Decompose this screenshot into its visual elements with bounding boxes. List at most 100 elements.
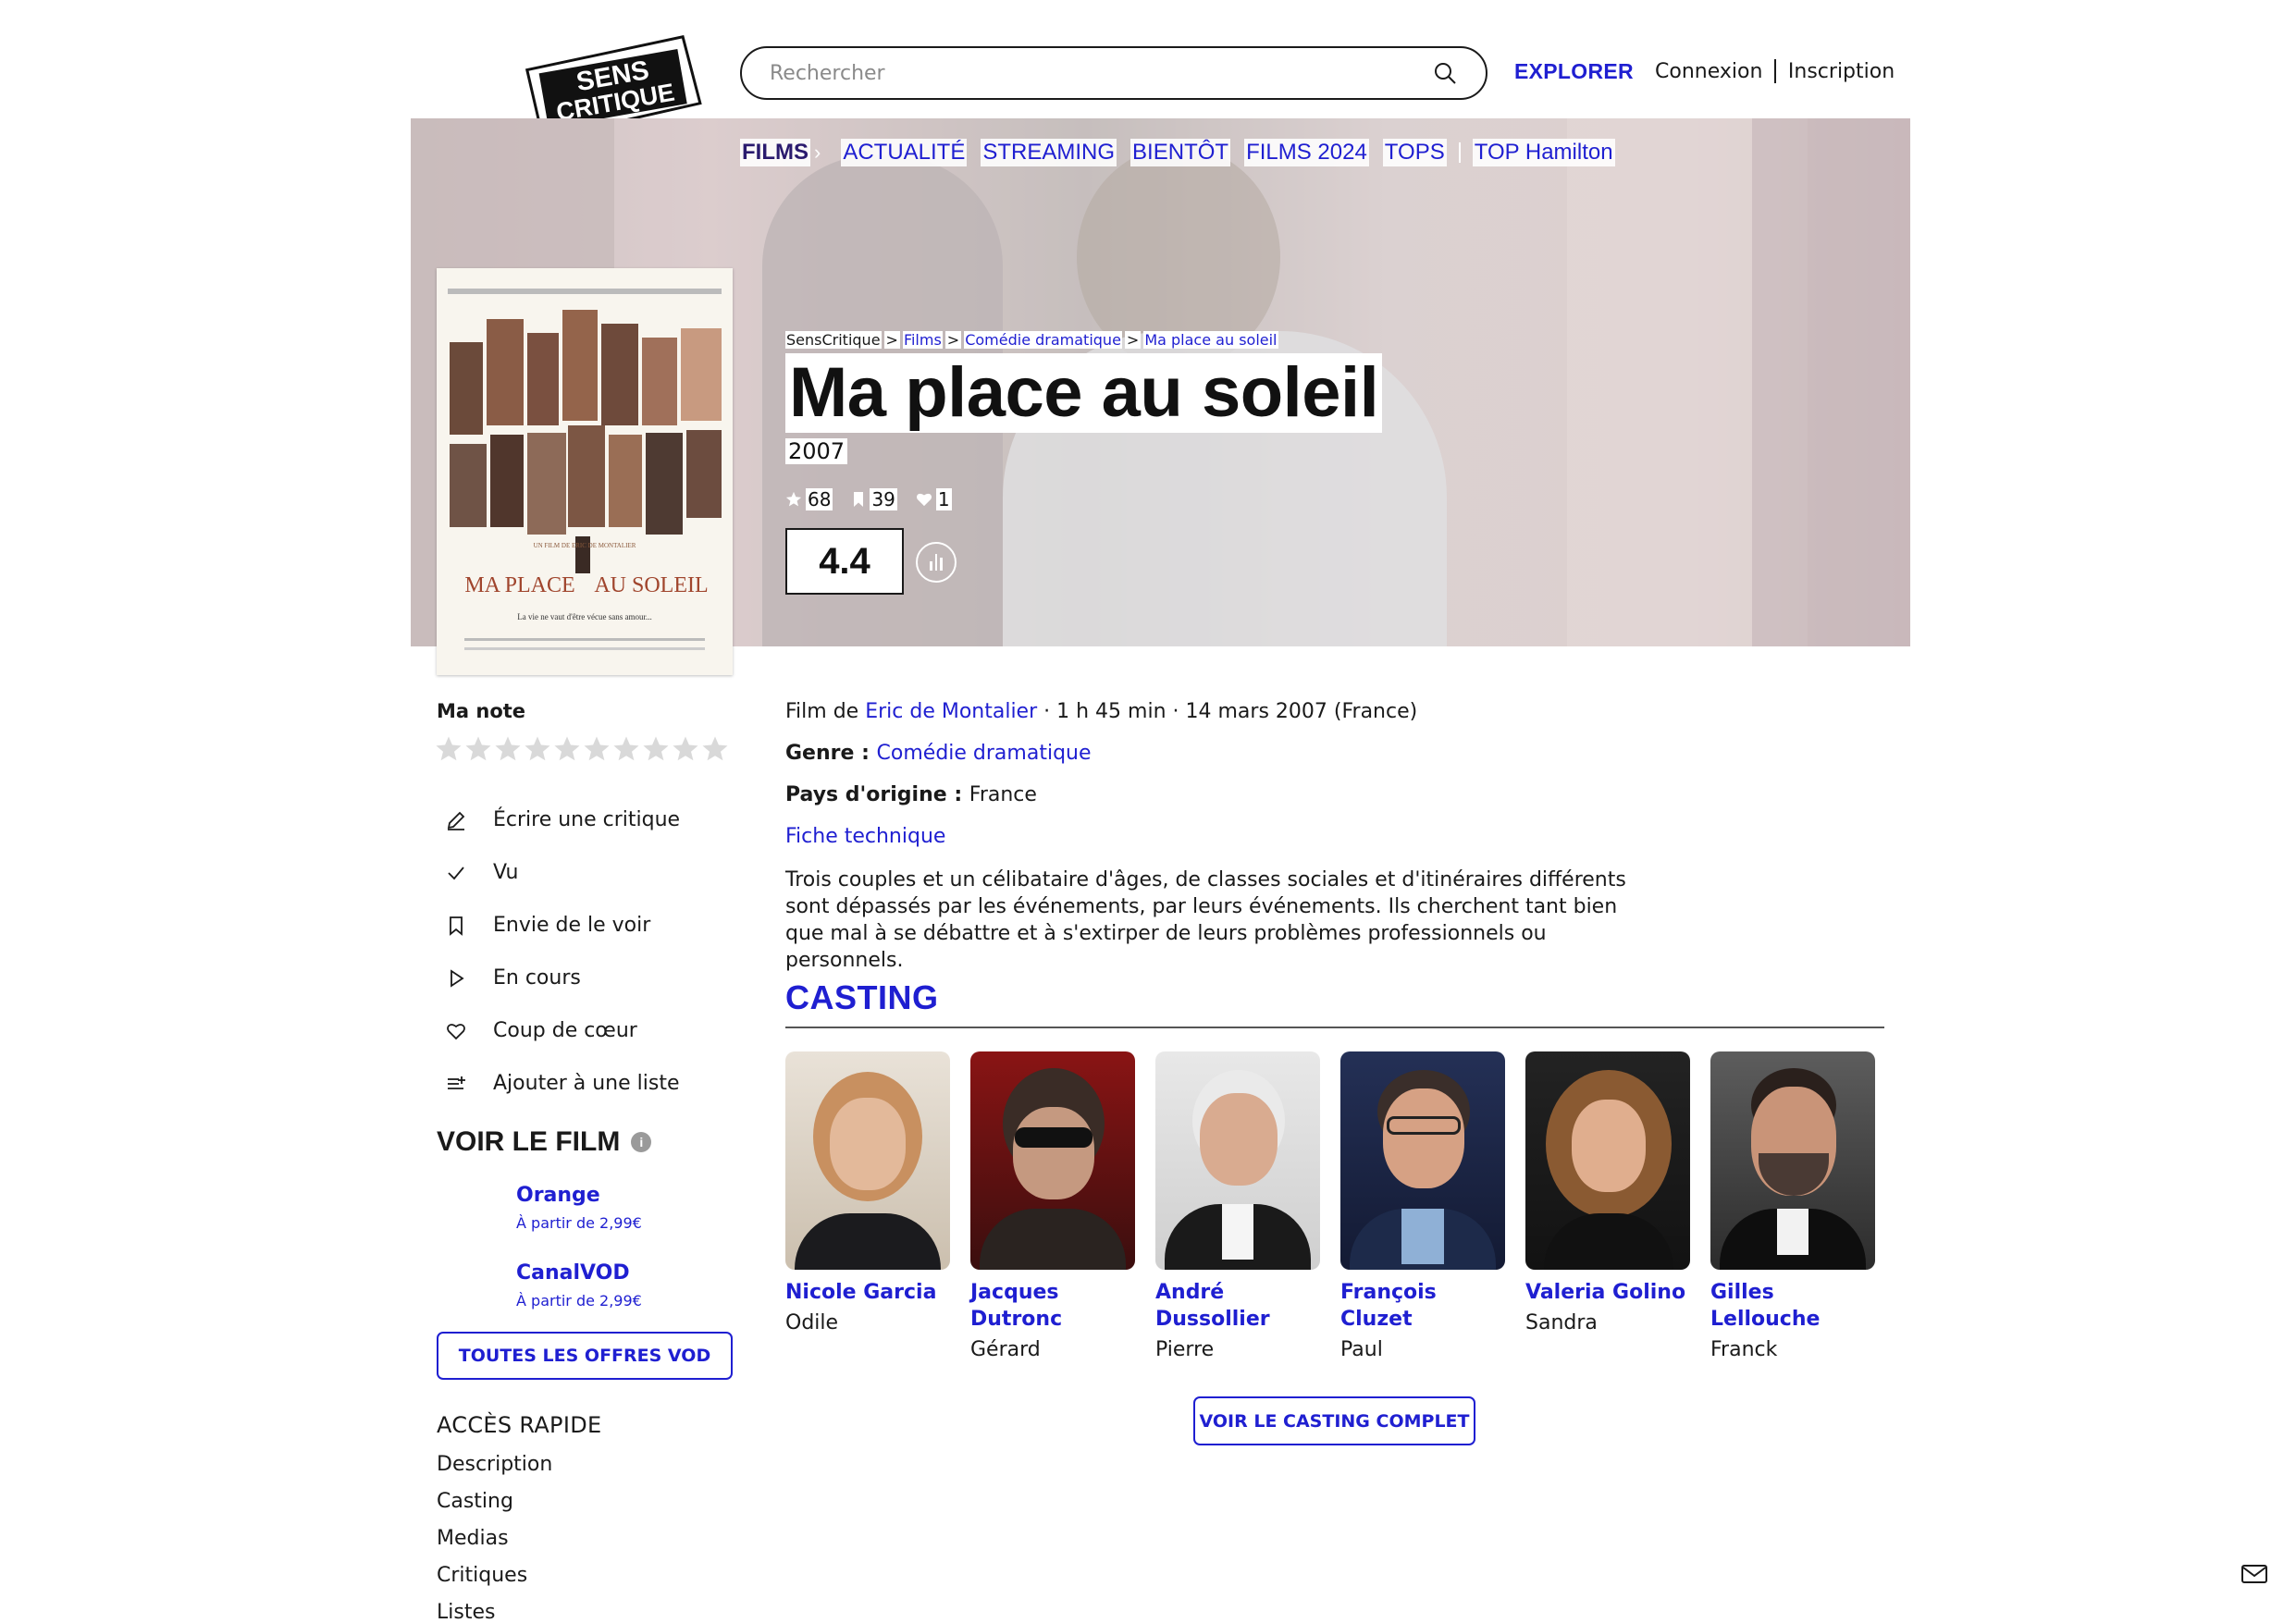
rating-star-icon[interactable] [701,735,729,763]
movie-poster[interactable]: UN FILM DE ERIC DE MONTALIER MA PLACE AU… [437,268,733,675]
movie-stats: 68 39 1 [785,488,970,510]
nav-films[interactable]: FILMS [740,139,810,166]
rating-star-icon[interactable] [435,735,463,763]
wishes-count: 39 [851,488,897,510]
search-icon[interactable] [1432,60,1458,86]
full-cast-button[interactable]: VOIR LE CASTING COMPLET [1193,1396,1475,1445]
rating-star-icon[interactable] [612,735,640,763]
auth-separator [1774,59,1776,83]
bookmark-icon [442,912,470,940]
nav-top-hamilton[interactable]: TOP Hamilton [1472,139,1615,166]
explorer-link[interactable]: EXPLORER [1514,59,1634,84]
rating-distribution-icon[interactable] [916,542,957,583]
bookmark-icon [854,492,864,507]
cast-member[interactable]: Nicole Garcia Odile [785,1051,952,1334]
search-input[interactable] [770,61,1432,85]
nav-streaming[interactable]: STREAMING [981,139,1117,166]
poster-title-right: AU SOLEIL [594,573,708,597]
breadcrumb-current[interactable]: Ma place au soleil [1143,331,1278,349]
genre-link[interactable]: Comédie dramatique [877,742,1092,765]
login-link[interactable]: Connexion [1655,60,1762,83]
actor-role: Paul [1340,1338,1383,1361]
rating-star-icon[interactable] [464,735,492,763]
actor-photo[interactable] [1525,1051,1690,1270]
quick-access-links: Description Casting Medias Critiques Lis… [437,1453,552,1623]
actor-photo[interactable] [970,1051,1135,1270]
favorite-action[interactable]: Coup de cœur [442,1004,680,1057]
nav-tops[interactable]: TOPS [1382,139,1447,166]
tech-sheet-link[interactable]: Fiche technique [785,825,945,848]
nav-actualite[interactable]: ACTUALITÉ [841,139,968,166]
poster-title-left: MA PLACE [464,573,574,597]
offer-orange[interactable]: Orange À partir de 2,99€ [516,1184,642,1232]
seen-action[interactable]: Vu [442,846,680,899]
in-progress-action[interactable]: En cours [442,952,680,1004]
favorites-count: 1 [916,488,952,510]
quick-link-listes[interactable]: Listes [437,1601,552,1623]
quick-link-critiques[interactable]: Critiques [437,1564,552,1601]
list-add-icon [442,1070,470,1098]
breadcrumb-separator: > [944,331,962,349]
breadcrumb-home[interactable]: SensCritique [785,331,882,349]
actor-name[interactable]: Valeria Golino [1525,1279,1692,1306]
signup-link[interactable]: Inscription [1788,60,1895,83]
actor-role: Gérard [970,1338,1041,1361]
pencil-icon [442,806,470,834]
nav-films-2024[interactable]: FILMS 2024 [1244,139,1369,166]
actor-photo[interactable] [785,1051,950,1270]
casting-divider [785,1027,1884,1028]
movie-title: Ma place au soleil [785,353,1383,433]
actor-name[interactable]: Nicole Garcia [785,1279,952,1306]
nav-bientot[interactable]: BIENTÔT [1130,139,1231,166]
actor-name[interactable]: François Cluzet [1340,1279,1507,1333]
rating-star-icon[interactable] [642,735,670,763]
add-to-list-action[interactable]: Ajouter à une liste [442,1057,680,1110]
actor-name[interactable]: Gilles Lellouche [1710,1279,1877,1333]
breadcrumb-genre[interactable]: Comédie dramatique [964,331,1122,349]
actor-photo[interactable] [1340,1051,1505,1270]
cast-member[interactable]: François Cluzet Paul [1340,1051,1507,1361]
rating-star-icon[interactable] [672,735,699,763]
chevron-right-icon: › [814,141,821,164]
info-icon[interactable]: i [631,1132,652,1152]
mail-icon[interactable] [2240,1563,2268,1589]
movie-year: 2007 [785,438,848,464]
country-line: Pays d'origine : France [785,783,1037,806]
actor-photo[interactable] [1710,1051,1875,1270]
cast-member[interactable]: Gilles Lellouche Franck [1710,1051,1877,1361]
rating-star-icon[interactable] [524,735,551,763]
check-icon [442,859,470,887]
director-link[interactable]: Eric de Montalier [865,700,1037,723]
actor-name[interactable]: Jacques Dutronc [970,1279,1137,1333]
synopsis: Trois couples et un célibataire d'âges, … [785,868,1626,972]
rating-star-icon[interactable] [583,735,611,763]
rating-star-icon[interactable] [494,735,522,763]
cast-member[interactable]: Jacques Dutronc Gérard [970,1051,1137,1361]
wishlist-action[interactable]: Envie de le voir [442,899,680,952]
breadcrumb-separator: > [1124,331,1142,349]
nav-separator [1458,142,1461,163]
search-bar[interactable] [740,46,1487,100]
user-actions: Écrire une critique Vu Envie de le voir … [442,793,680,1110]
star-icon [785,491,802,507]
quick-link-casting[interactable]: Casting [437,1490,552,1527]
breadcrumb-films[interactable]: Films [902,331,943,349]
actor-photo[interactable] [1155,1051,1320,1270]
cast-member[interactable]: André Dussollier Pierre [1155,1051,1322,1361]
breadcrumb-separator: > [883,331,900,349]
all-vod-offers-button[interactable]: TOUTES LES OFFRES VOD [437,1332,733,1380]
quick-link-medias[interactable]: Medias [437,1527,552,1564]
actor-role: Sandra [1525,1311,1598,1334]
movie-details: Film de Eric de Montalier · 1 h 45 min ·… [785,700,1417,867]
rating-star-icon[interactable] [553,735,581,763]
genre-line: Genre : Comédie dramatique [785,742,1092,765]
breadcrumb: SensCritique > Films > Comédie dramatiqu… [785,331,1278,349]
play-icon [442,965,470,992]
actor-name[interactable]: André Dussollier [1155,1279,1322,1333]
watch-section-title: VOIR LE FILM i [437,1126,652,1158]
my-rating-stars[interactable] [435,735,729,763]
cast-member[interactable]: Valeria Golino Sandra [1525,1051,1692,1334]
offer-canalvod[interactable]: CanalVOD À partir de 2,99€ [516,1261,642,1309]
quick-link-description[interactable]: Description [437,1453,552,1490]
write-review-action[interactable]: Écrire une critique [442,793,680,846]
